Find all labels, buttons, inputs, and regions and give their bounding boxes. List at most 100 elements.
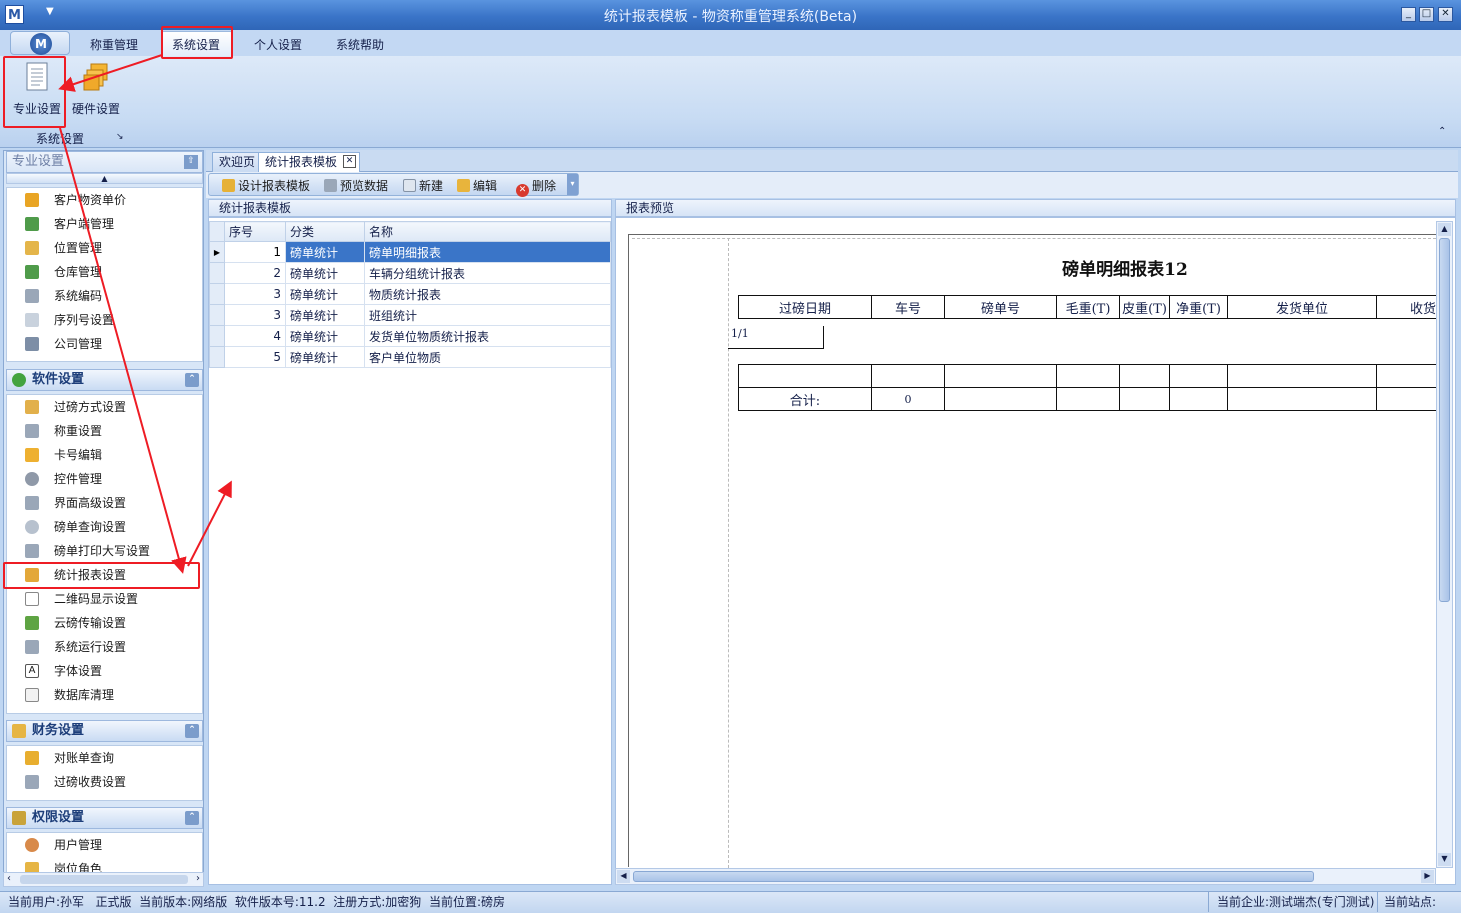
cell-no[interactable]: 3 [224,304,286,326]
nav-item-system-run[interactable]: 系统运行设置 [7,635,202,659]
nav-item-fee-settings[interactable]: 过磅收费设置 [7,770,202,794]
preview-vertical-scrollbar[interactable]: ▲ ▼ [1436,221,1453,868]
row-header[interactable] [209,325,225,347]
table-row[interactable]: 2 磅单统计 车辆分组统计报表 [209,262,611,284]
tab-system-settings[interactable]: 系统设置 [172,36,220,53]
cell-category[interactable]: 磅单统计 [285,241,365,263]
collapse-icon[interactable]: ⌃ [185,373,199,387]
table-row[interactable]: ▶ 1 磅单统计 磅单明细报表 [209,241,611,263]
preview-horizontal-scrollbar[interactable]: ◀ ▶ [615,868,1436,885]
collapse-icon[interactable]: ⌃ [185,811,199,825]
table-row[interactable]: 3 磅单统计 物质统计报表 [209,283,611,305]
tab-personal-settings[interactable]: 个人设置 [254,36,302,53]
nav-item-client-management[interactable]: 客户端管理 [7,212,202,236]
edit-button[interactable]: 编辑 [457,177,497,194]
font-icon: A [25,664,39,678]
design-template-button[interactable]: 设计报表模板 [222,177,310,194]
nav-item-font-settings[interactable]: A 字体设置 [7,659,202,683]
nav-header-software[interactable]: 软件设置 ⌃ [6,369,203,391]
nav-item-warehouse-management[interactable]: 仓库管理 [7,260,202,284]
scroll-thumb[interactable] [633,871,1314,882]
nav-item-location-management[interactable]: 位置管理 [7,236,202,260]
scroll-right-icon[interactable]: ▶ [1421,870,1434,883]
cell-no[interactable]: 4 [224,325,286,347]
column-header-no[interactable]: 序号 [224,221,286,242]
cell-no[interactable]: 5 [224,346,286,368]
column-header-name[interactable]: 名称 [364,221,611,242]
pin-icon[interactable]: ⇧ [184,155,198,169]
cell-category[interactable]: 磅单统计 [285,283,365,305]
scroll-down-icon[interactable]: ▼ [1438,853,1451,866]
cell-name[interactable]: 车辆分组统计报表 [364,262,611,284]
scroll-up-icon[interactable]: ▲ [6,173,203,184]
cell-category[interactable]: 磅单统计 [285,262,365,284]
nav-item-user-management[interactable]: 用户管理 [7,833,202,857]
table-row[interactable]: 3 磅单统计 班组统计 [209,304,611,326]
cell-category[interactable]: 磅单统计 [285,304,365,326]
nav-item-statement-query[interactable]: 对账单查询 [7,746,202,770]
row-header[interactable] [209,283,225,305]
nav-item-customer-price[interactable]: 客户物资单价 [7,188,202,212]
row-header[interactable] [209,262,225,284]
table-row[interactable]: 5 磅单统计 客户单位物质 [209,346,611,368]
app-menu-button[interactable]: M [10,31,70,55]
doc-tab-welcome[interactable]: 欢迎页 [212,152,263,172]
tab-close-icon[interactable]: ✕ [343,155,356,168]
group-launcher-icon[interactable]: ↘ [116,132,124,142]
cell-category[interactable]: 磅单统计 [285,325,365,347]
cell-no[interactable]: 2 [224,262,286,284]
scroll-thumb[interactable] [1439,238,1450,602]
row-header[interactable] [209,346,225,368]
cell-name[interactable]: 发货单位物质统计报表 [364,325,611,347]
scroll-left-icon[interactable]: ‹ [7,873,11,884]
nav-item-ticket-print-upper[interactable]: 磅单打印大写设置 [7,539,202,563]
nav-header-finance[interactable]: 财务设置 ⌃ [6,720,203,742]
nav-item-db-cleanup[interactable]: 数据库清理 [7,683,202,707]
delete-button[interactable]: ✕ 删除 [516,177,556,197]
nav-item-system-code[interactable]: 系统编码 [7,284,202,308]
table-row[interactable]: 4 磅单统计 发货单位物质统计报表 [209,325,611,347]
collapse-icon[interactable]: ⌃ [185,724,199,738]
nav-item-weighing-settings[interactable]: 称重设置 [7,419,202,443]
row-header[interactable] [209,304,225,326]
nav-item-company-management[interactable]: 公司管理 [7,332,202,356]
tab-system-help[interactable]: 系统帮助 [336,36,384,53]
nav-horizontal-scrollbar[interactable]: ‹ › [3,872,204,887]
scroll-left-icon[interactable]: ◀ [617,870,630,883]
cell-no[interactable]: 3 [224,283,286,305]
scroll-up-icon[interactable]: ▲ [1438,223,1451,236]
cell-name[interactable]: 客户单位物质 [364,346,611,368]
cell-name[interactable]: 班组统计 [364,304,611,326]
nav-item-statistics-report[interactable]: 统计报表设置 [7,563,202,587]
hardware-settings-label: 硬件设置 [71,102,120,116]
cell-category[interactable]: 磅单统计 [285,346,365,368]
status-user: 当前用户:孙军 [8,895,85,909]
cell-no[interactable]: 1 [224,241,286,263]
column-header-category[interactable]: 分类 [285,221,365,242]
nav-header-professional[interactable]: 专业设置 ⇧ [6,151,203,173]
nav-item-ui-advanced[interactable]: 界面高级设置 [7,491,202,515]
tab-weighing[interactable]: 称重管理 [90,36,138,53]
nav-item-serial-settings[interactable]: 序列号设置 [7,308,202,332]
cell-name[interactable]: 物质统计报表 [364,283,611,305]
scroll-thumb[interactable] [20,875,188,884]
nav-item-card-edit[interactable]: 卡号编辑 [7,443,202,467]
ribbon-collapse-icon[interactable]: ⌃ [1438,126,1446,137]
preview-data-button[interactable]: 预览数据 [324,177,388,194]
nav-header-permission[interactable]: 权限设置 ⌃ [6,807,203,829]
nav-item-qrcode-display[interactable]: 二维码显示设置 [7,587,202,611]
nav-item-cloud-transfer[interactable]: 云磅传输设置 [7,611,202,635]
close-icon[interactable]: ✕ [1438,7,1453,22]
nav-item-control-management[interactable]: 控件管理 [7,467,202,491]
nav-item-ticket-query[interactable]: 磅单查询设置 [7,515,202,539]
scroll-right-icon[interactable]: › [196,873,200,884]
nav-item-weighing-mode[interactable]: 过磅方式设置 [7,395,202,419]
cell-name[interactable]: 磅单明细报表 [364,241,611,263]
maximize-icon[interactable]: □ [1419,7,1434,22]
new-button[interactable]: 新建 [403,177,443,194]
hardware-settings-button[interactable]: 硬件设置 [68,60,124,117]
toolbar-overflow-icon[interactable]: ▾ [567,174,578,195]
status-version-type: 当前版本:网络版 [139,895,228,909]
minimize-icon[interactable]: _ [1401,7,1416,22]
professional-settings-button[interactable]: 专业设置 [9,60,65,117]
